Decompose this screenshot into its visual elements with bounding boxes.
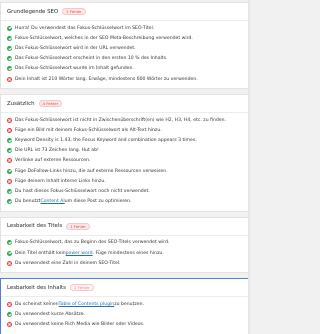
- check-text: Das Fokus-Schlüsselwort erscheint in den…: [15, 56, 168, 62]
- check-item: Füge deinem Inhalt interne Links hinzu.: [7, 176, 245, 186]
- check-text: Du hast dieses Fokus-Schlüsselwort noch …: [15, 189, 150, 195]
- scrollbar[interactable]: [248, 0, 250, 334]
- error-count-badge: 1 Fehler: [62, 8, 86, 15]
- check-item: Du benutzt Content AI um diese Post zu o…: [7, 197, 245, 207]
- section-title: Grundlegende SEO: [7, 8, 59, 15]
- check-item: Keyword Density is 1.43, the Focus Keywo…: [7, 136, 245, 146]
- check-item: Dein Titel enthält kein power word. Füge…: [7, 248, 245, 258]
- check-item: Füge ein Bild mit deinem Fokus-Schlüssel…: [7, 125, 245, 135]
- check-text: Fokus-Schlüsselwort, welches in der SEO …: [15, 35, 193, 41]
- check-icon: [7, 312, 12, 318]
- check-text: Fokus-Schlüsselwort, das zu Beginn des S…: [15, 240, 170, 246]
- check-text-before: Du benutzt: [15, 199, 41, 205]
- check-item: Die URL ist 73 Zeichen lang. Hut ab!: [7, 146, 245, 156]
- section-header[interactable]: Lesbarkeit des Titels 1 Fehler: [1, 218, 249, 236]
- check-item: Du verwendest eine Zahl in deinem SEO-Ti…: [7, 258, 245, 268]
- check-text: Das Fokus-Schlüsselwort ist nicht in Zwi…: [15, 117, 226, 123]
- check-text-after: zu benutzen.: [114, 301, 144, 307]
- check-text: Das Fokus-Schlüsselwort wird in der URL …: [15, 45, 136, 51]
- check-list: Das Fokus-Schlüsselwort ist nicht in Zwi…: [1, 113, 249, 211]
- check-text: Keyword Density is 1.43, the Focus Keywo…: [15, 138, 197, 144]
- error-count-badge: 2 Fehler: [69, 284, 94, 292]
- check-list: Hurra! Du verwendest das Fokus-Schlüssel…: [1, 21, 249, 88]
- error-icon: [7, 117, 12, 123]
- section-title: Zusätzlich: [7, 100, 35, 107]
- check-text: Die URL ist 73 Zeichen lang. Hut ab!: [15, 148, 99, 154]
- toc-plugin-link[interactable]: Table of Contents plugin: [59, 302, 115, 307]
- check-item: Du verwendest kurze Absätze.: [7, 310, 245, 320]
- check-icon: [7, 45, 12, 51]
- section-header[interactable]: Zusätzlich 4 Fehler: [1, 95, 249, 114]
- check-text: Du verwendest kurze Absätze.: [15, 312, 86, 318]
- check-text: Hurra! Du verwendest das Fokus-Schlüssel…: [15, 25, 155, 31]
- check-item: Das Fokus-Schlüsselwort erscheint in den…: [7, 54, 245, 64]
- section-header[interactable]: Lesbarkeit des Inhalts 2 Fehler: [1, 279, 249, 298]
- check-item: Füge DoFollow-Links hinzu, die auf exter…: [7, 166, 245, 176]
- section-header[interactable]: Grundlegende SEO 1 Fehler: [1, 3, 249, 21]
- check-item: Verlinke auf externe Ressourcen.: [7, 156, 245, 166]
- check-text: Dein Inhalt ist 210 Wörter lang. Erwäge,…: [15, 76, 198, 82]
- check-icon: [7, 138, 12, 144]
- check-item: Fokus-Schlüsselwort, das zu Beginn des S…: [7, 238, 245, 248]
- check-icon: [7, 25, 12, 31]
- section-title: Lesbarkeit des Inhalts: [7, 284, 66, 291]
- error-icon: [7, 127, 12, 133]
- seo-analysis-page: Grundlegende SEO 1 Fehler Hurra! Du verw…: [0, 0, 250, 334]
- section-basic-seo: Grundlegende SEO 1 Fehler Hurra! Du verw…: [0, 2, 250, 90]
- check-text-after: . Füge mindestens eines hinzu.: [92, 250, 164, 256]
- check-text-before: Dein Titel enthält kein: [15, 250, 66, 256]
- check-text: Füge ein Bild mit deinem Fokus-Schlüssel…: [15, 127, 162, 133]
- check-item: Du verwendest keine Rich Media wie Bilde…: [7, 320, 245, 330]
- check-icon: [7, 35, 12, 41]
- check-icon: [7, 240, 12, 246]
- check-text: Du verwendest eine Zahl in deinem SEO-Ti…: [15, 260, 121, 266]
- check-list: Fokus-Schlüsselwort, das zu Beginn des S…: [1, 236, 249, 273]
- check-item: Das Fokus-Schlüsselwort ist nicht in Zwi…: [7, 115, 245, 125]
- check-icon: [7, 168, 12, 174]
- check-icon: [7, 250, 12, 256]
- section-title-readability: Lesbarkeit des Titels 1 Fehler Fokus-Sch…: [0, 216, 250, 274]
- check-icon: [7, 189, 12, 195]
- error-icon: [7, 301, 12, 307]
- check-list: Du scheinst keinen Table of Contents plu…: [1, 297, 249, 334]
- error-count-badge: 4 Fehler: [38, 100, 63, 108]
- check-icon: [7, 66, 12, 72]
- check-text: Füge DoFollow-Links hinzu, die auf exter…: [15, 168, 168, 174]
- section-additional: Zusätzlich 4 Fehler Das Fokus-Schlüsselw…: [0, 94, 250, 212]
- check-icon: [7, 148, 12, 154]
- check-text-before: Du scheinst keinen: [15, 301, 59, 307]
- section-title: Lesbarkeit des Titels: [7, 223, 63, 230]
- section-content-readability: Lesbarkeit des Inhalts 2 Fehler Du schei…: [0, 278, 250, 334]
- check-icon: [7, 199, 12, 205]
- error-count-badge: 1 Fehler: [66, 222, 90, 230]
- check-item: Hurra! Du verwendest das Fokus-Schlüssel…: [7, 23, 245, 33]
- error-icon: [7, 76, 12, 82]
- check-item: Du hast dieses Fokus-Schlüsselwort noch …: [7, 186, 245, 196]
- check-item: Du scheinst keinen Table of Contents plu…: [7, 299, 245, 309]
- check-item: Das Fokus-Schlüsselwort wurde im Inhalt …: [7, 64, 245, 74]
- check-item: Dein Inhalt ist 210 Wörter lang. Erwäge,…: [7, 74, 245, 84]
- check-text: Du verwendest keine Rich Media wie Bilde…: [15, 322, 145, 328]
- check-icon: [7, 56, 12, 62]
- error-icon: [7, 178, 12, 184]
- error-icon: [7, 158, 12, 164]
- check-item: Fokus-Schlüsselwort, welches in der SEO …: [7, 33, 245, 43]
- power-word-link[interactable]: power word: [66, 251, 93, 256]
- error-icon: [7, 260, 12, 266]
- check-text: Verlinke auf externe Ressourcen.: [15, 158, 91, 164]
- check-item: Das Fokus-Schlüsselwort wird in der URL …: [7, 43, 245, 53]
- error-icon: [7, 322, 12, 328]
- check-text: Das Fokus-Schlüsselwort wurde im Inhalt …: [15, 66, 134, 72]
- check-text-after: um diese Post zu optimieren.: [64, 199, 132, 205]
- check-text: Füge deinem Inhalt interne Links hinzu.: [15, 178, 106, 184]
- content-ai-link[interactable]: Content AI: [41, 199, 65, 204]
